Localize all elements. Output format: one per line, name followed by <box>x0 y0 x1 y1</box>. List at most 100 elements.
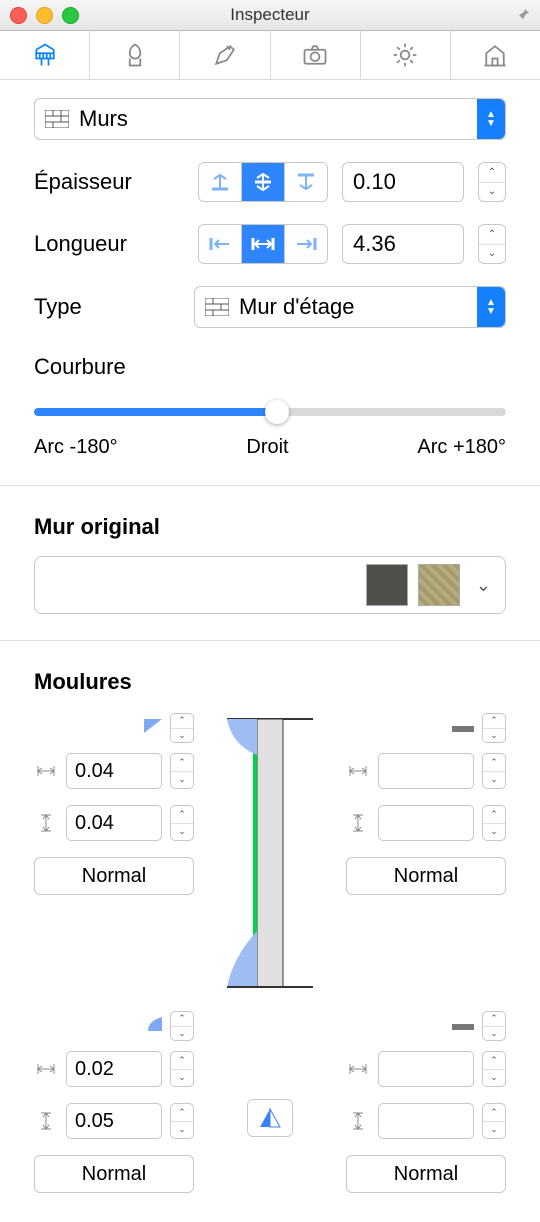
moulding-bl-width-stepper[interactable]: ⌃⌄ <box>170 1051 194 1087</box>
length-row: Longueur 4.36 ⌃⌄ <box>34 224 506 264</box>
thickness-label: Épaisseur <box>34 169 184 195</box>
moulding-tr-width[interactable] <box>378 753 474 789</box>
wall-type-value: Mur d'étage <box>239 294 355 320</box>
curvature-slider[interactable] <box>34 408 506 416</box>
moulding-tl-height[interactable]: 0.04 <box>66 805 162 841</box>
moulding-top-left: ⌃⌄ 0.04 ⌃⌄ 0.04 ⌃⌄ Normal <box>34 713 194 993</box>
wall-preview <box>208 713 332 993</box>
moulding-br-width-stepper[interactable]: ⌃⌄ <box>482 1051 506 1087</box>
profile-icon <box>144 1017 162 1036</box>
thickness-row: Épaisseur 0.10 ⌃⌄ <box>34 162 506 202</box>
moulding-top-right: ⌃⌄ ⌃⌄ ⌃⌄ Normal <box>346 713 506 993</box>
moulding-tl-material[interactable]: Normal <box>34 857 194 895</box>
moulding-bottom-right: ⌃⌄ ⌃⌄ ⌃⌄ Normal <box>346 1011 506 1193</box>
moulding-br-width[interactable] <box>378 1051 474 1087</box>
moulding-tr-material[interactable]: Normal <box>346 857 506 895</box>
tab-camera[interactable] <box>271 31 361 79</box>
tab-lighting[interactable] <box>361 31 451 79</box>
curvature-min: Arc -180° <box>34 436 118 459</box>
curvature-max: Arc +180° <box>417 436 506 459</box>
height-icon <box>346 1111 370 1131</box>
moulding-tr-width-stepper[interactable]: ⌃⌄ <box>482 753 506 789</box>
material-swatch-1[interactable] <box>366 564 408 606</box>
moulding-br-height-stepper[interactable]: ⌃⌄ <box>482 1103 506 1139</box>
moulding-bottom-left: ⌃⌄ 0.02 ⌃⌄ 0.05 ⌃⌄ Normal <box>34 1011 194 1193</box>
wall-type-dropdown[interactable]: Mur d'étage ▲▼ <box>194 286 506 328</box>
profile-stepper[interactable]: ⌃⌄ <box>170 1011 194 1041</box>
profile-icon <box>452 719 474 737</box>
tab-materials[interactable] <box>90 31 180 79</box>
flip-button[interactable] <box>247 1099 293 1137</box>
height-icon <box>34 1111 58 1131</box>
mouldings-top: ⌃⌄ 0.04 ⌃⌄ 0.04 ⌃⌄ Normal <box>34 713 506 993</box>
wall-icon <box>45 110 69 128</box>
width-icon <box>346 765 370 777</box>
thickness-stepper[interactable]: ⌃⌄ <box>478 162 506 202</box>
thickness-mode-down[interactable] <box>285 163 327 201</box>
profile-stepper[interactable]: ⌃⌄ <box>482 1011 506 1041</box>
height-icon <box>346 813 370 833</box>
object-type-label: Murs <box>79 106 128 132</box>
moulding-bl-height-stepper[interactable]: ⌃⌄ <box>170 1103 194 1139</box>
titlebar: Inspecteur <box>0 0 540 31</box>
length-mode-center[interactable] <box>242 225 285 263</box>
moulding-br-material[interactable]: Normal <box>346 1155 506 1193</box>
wall-icon <box>205 298 229 316</box>
tab-edit[interactable] <box>180 31 270 79</box>
minimize-icon[interactable] <box>36 7 53 24</box>
tab-building[interactable] <box>451 31 540 79</box>
moulding-tr-height-stepper[interactable]: ⌃⌄ <box>482 805 506 841</box>
profile-stepper[interactable]: ⌃⌄ <box>482 713 506 743</box>
width-icon <box>346 1063 370 1075</box>
curvature-ticks: Arc -180° Droit Arc +180° <box>34 436 506 459</box>
curvature-label: Courbure <box>34 354 506 380</box>
length-stepper[interactable]: ⌃⌄ <box>478 224 506 264</box>
original-wall-title: Mur original <box>34 514 506 540</box>
type-row: Type Mur d'étage ▲▼ <box>34 286 506 328</box>
mouldings-title: Moulures <box>34 669 506 695</box>
moulding-tl-width-stepper[interactable]: ⌃⌄ <box>170 753 194 789</box>
moulding-bl-material[interactable]: Normal <box>34 1155 194 1193</box>
curvature-section: Courbure Arc -180° Droit Arc +180° <box>34 354 506 459</box>
zoom-icon[interactable] <box>62 7 79 24</box>
mouldings-bottom: ⌃⌄ 0.02 ⌃⌄ 0.05 ⌃⌄ Normal ⌃⌄ <box>34 1011 506 1193</box>
height-icon <box>34 813 58 833</box>
tabbar <box>0 31 540 80</box>
curvature-mid: Droit <box>246 436 288 459</box>
moulding-bl-width[interactable]: 0.02 <box>66 1051 162 1087</box>
window-controls <box>10 7 79 24</box>
close-icon[interactable] <box>10 7 27 24</box>
original-wall-panel[interactable]: ⌄ <box>34 556 506 614</box>
length-mode-left[interactable] <box>199 225 242 263</box>
width-icon <box>34 765 58 777</box>
moulding-tr-height[interactable] <box>378 805 474 841</box>
tab-measure[interactable] <box>0 31 90 79</box>
window-title: Inspecteur <box>230 5 309 25</box>
dropdown-arrows-icon: ▲▼ <box>477 99 505 139</box>
chevron-up-icon[interactable]: ⌃ <box>479 225 505 245</box>
slider-fill <box>34 408 270 416</box>
flip-area <box>208 1011 332 1193</box>
length-field[interactable]: 4.36 <box>342 224 464 264</box>
chevron-down-icon[interactable]: ⌄ <box>479 183 505 202</box>
chevron-down-icon[interactable]: ⌄ <box>479 245 505 264</box>
object-type-dropdown[interactable]: Murs ▲▼ <box>34 98 506 140</box>
pin-icon[interactable] <box>514 6 530 27</box>
length-label: Longueur <box>34 231 184 257</box>
length-mode-right[interactable] <box>285 225 327 263</box>
moulding-bl-height[interactable]: 0.05 <box>66 1103 162 1139</box>
moulding-tl-width[interactable]: 0.04 <box>66 753 162 789</box>
moulding-tl-height-stepper[interactable]: ⌃⌄ <box>170 805 194 841</box>
chevron-down-icon[interactable]: ⌄ <box>476 575 491 596</box>
type-label: Type <box>34 294 194 320</box>
slider-thumb[interactable] <box>265 400 289 424</box>
thickness-mode-center[interactable] <box>242 163 285 201</box>
profile-stepper[interactable]: ⌃⌄ <box>170 713 194 743</box>
thickness-mode-segment <box>198 162 328 202</box>
moulding-br-height[interactable] <box>378 1103 474 1139</box>
thickness-mode-up[interactable] <box>199 163 242 201</box>
chevron-up-icon[interactable]: ⌃ <box>479 163 505 183</box>
thickness-field[interactable]: 0.10 <box>342 162 464 202</box>
profile-icon <box>452 1017 474 1035</box>
material-swatch-2[interactable] <box>418 564 460 606</box>
